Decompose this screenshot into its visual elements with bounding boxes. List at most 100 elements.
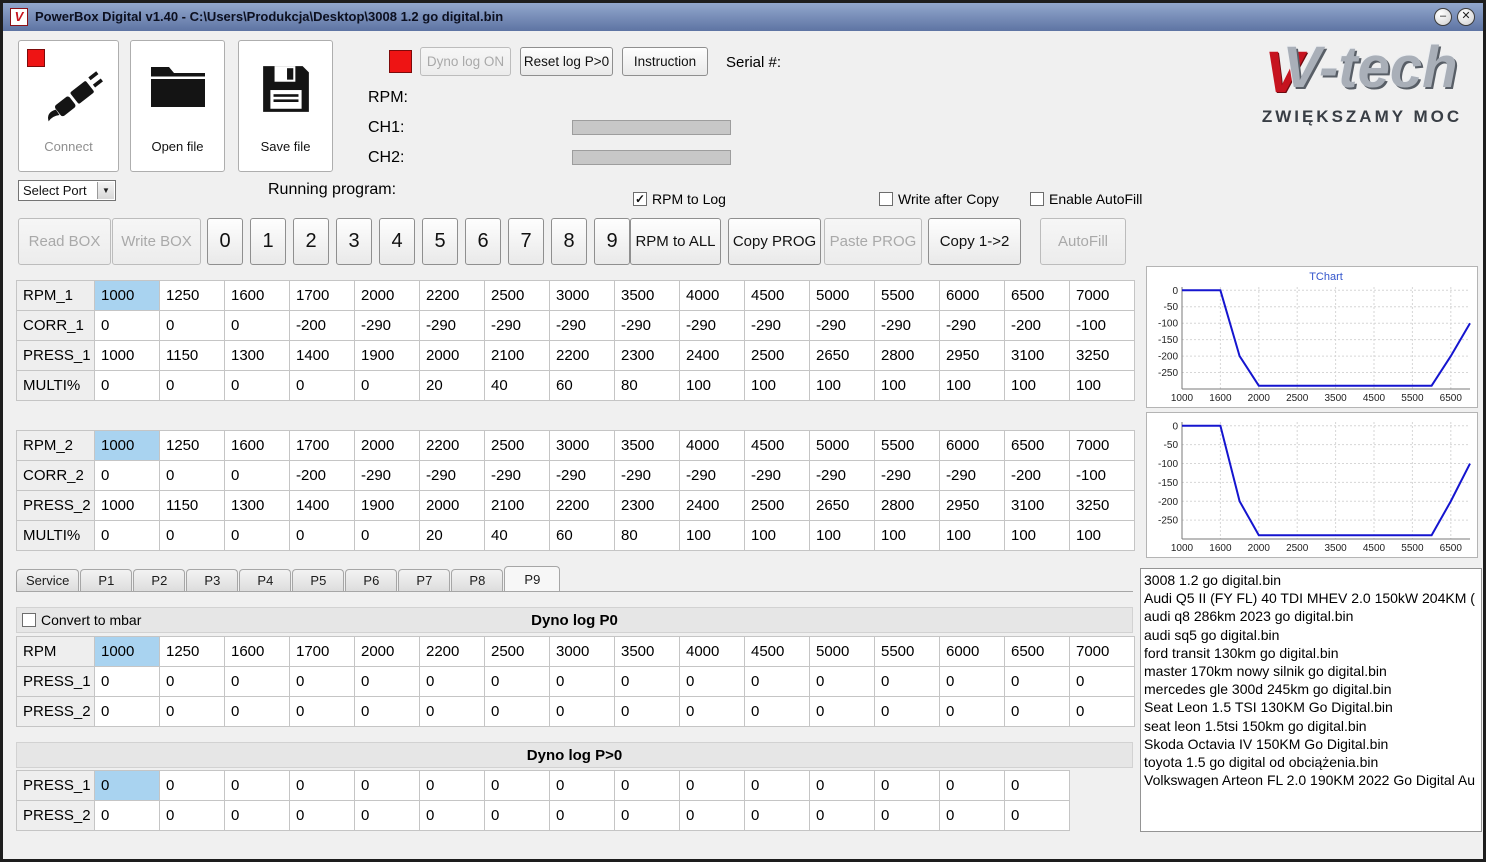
- table-cell[interactable]: 2950: [939, 490, 1005, 521]
- table-cell[interactable]: 2200: [419, 280, 485, 311]
- table-cell[interactable]: 0: [419, 770, 485, 801]
- table-cell[interactable]: 2000: [419, 490, 485, 521]
- table-cell[interactable]: 1000: [94, 636, 160, 667]
- read-box-button[interactable]: Read BOX: [18, 218, 111, 265]
- table-cell[interactable]: 2200: [549, 340, 615, 371]
- tab-p5[interactable]: P5: [292, 569, 345, 591]
- table-cell[interactable]: -200: [1004, 460, 1070, 491]
- chevron-down-icon[interactable]: ▼: [97, 182, 114, 199]
- table-cell[interactable]: 0: [1004, 800, 1070, 831]
- table-cell[interactable]: 3100: [1004, 340, 1070, 371]
- table-cell[interactable]: 0: [874, 666, 940, 697]
- file-list-item[interactable]: ford transit 130km go digital.bin: [1144, 644, 1481, 662]
- table-cell[interactable]: 3100: [1004, 490, 1070, 521]
- table-cell[interactable]: 100: [1069, 370, 1135, 401]
- digit-button-5[interactable]: 5: [422, 218, 458, 265]
- file-list-item[interactable]: master 170km nowy silnik go digital.bin: [1144, 662, 1481, 680]
- table-cell[interactable]: 3500: [614, 636, 680, 667]
- table-cell[interactable]: 0: [224, 666, 290, 697]
- table-cell[interactable]: 0: [159, 460, 225, 491]
- table-cell[interactable]: 1250: [159, 636, 225, 667]
- table-cell[interactable]: 100: [809, 520, 875, 551]
- table-cell[interactable]: 6000: [939, 280, 1005, 311]
- table-cell[interactable]: 3000: [549, 636, 615, 667]
- convert-to-mbar-checkbox[interactable]: Convert to mbar: [22, 612, 141, 628]
- table-cell[interactable]: -290: [809, 310, 875, 341]
- table-cell[interactable]: 0: [744, 696, 810, 727]
- table-cell[interactable]: -200: [1004, 310, 1070, 341]
- table-cell[interactable]: 2500: [484, 430, 550, 461]
- table-cell[interactable]: 0: [939, 770, 1005, 801]
- table-cell[interactable]: 0: [159, 770, 225, 801]
- table-cell[interactable]: 4000: [679, 636, 745, 667]
- tab-p7[interactable]: P7: [398, 569, 451, 591]
- table-cell[interactable]: 0: [809, 770, 875, 801]
- table-cell[interactable]: 2500: [744, 490, 810, 521]
- table-cell[interactable]: 1000: [94, 340, 160, 371]
- file-list-item[interactable]: 3008 1.2 go digital.bin: [1144, 571, 1481, 589]
- select-port-dropdown[interactable]: Select Port ▼: [18, 180, 116, 201]
- table-cell[interactable]: 0: [484, 800, 550, 831]
- table-cell[interactable]: 0: [939, 696, 1005, 727]
- digit-button-4[interactable]: 4: [379, 218, 415, 265]
- rpm-to-all-button[interactable]: RPM to ALL: [630, 218, 721, 265]
- table-cell[interactable]: 2000: [354, 430, 420, 461]
- table-cell[interactable]: 2000: [354, 636, 420, 667]
- save-file-button[interactable]: Save file: [238, 40, 333, 172]
- table-cell[interactable]: -290: [354, 460, 420, 491]
- file-list-item[interactable]: Seat Leon 1.5 TSI 130KM Go Digital.bin: [1144, 698, 1481, 716]
- table-cell[interactable]: 0: [874, 770, 940, 801]
- table-cell[interactable]: 0: [224, 460, 290, 491]
- digit-button-0[interactable]: 0: [207, 218, 243, 265]
- table-cell[interactable]: 4000: [679, 430, 745, 461]
- copy-1-to-2-button[interactable]: Copy 1->2: [928, 218, 1021, 265]
- paste-prog-button[interactable]: Paste PROG: [824, 218, 922, 265]
- table-cell[interactable]: 7000: [1069, 280, 1135, 311]
- table-cell[interactable]: 0: [289, 370, 355, 401]
- table-cell[interactable]: 2500: [484, 280, 550, 311]
- table-cell[interactable]: 3500: [614, 280, 680, 311]
- table-cell[interactable]: 0: [224, 520, 290, 551]
- table-cell[interactable]: 5000: [809, 280, 875, 311]
- table-cell[interactable]: 2950: [939, 340, 1005, 371]
- table-cell[interactable]: 3500: [614, 430, 680, 461]
- table-cell[interactable]: -290: [874, 460, 940, 491]
- tab-p4[interactable]: P4: [239, 569, 292, 591]
- table-cell[interactable]: 0: [354, 666, 420, 697]
- tab-p6[interactable]: P6: [345, 569, 398, 591]
- table-cell[interactable]: 2650: [809, 490, 875, 521]
- file-list-item[interactable]: Skoda Octavia IV 150KM Go Digital.bin: [1144, 735, 1481, 753]
- file-list-item[interactable]: mercedes gle 300d 245km go digital.bin: [1144, 680, 1481, 698]
- table-cell[interactable]: 40: [484, 370, 550, 401]
- write-after-copy-checkbox[interactable]: Write after Copy: [879, 191, 999, 207]
- table-cell[interactable]: 1700: [289, 636, 355, 667]
- table-cell[interactable]: 0: [159, 666, 225, 697]
- table-cell[interactable]: 5500: [874, 280, 940, 311]
- table-cell[interactable]: 5000: [809, 636, 875, 667]
- table-cell[interactable]: 7000: [1069, 636, 1135, 667]
- table-cell[interactable]: 0: [159, 520, 225, 551]
- table-cell[interactable]: 2000: [419, 340, 485, 371]
- table-cell[interactable]: 2200: [419, 430, 485, 461]
- table-cell[interactable]: 4500: [744, 636, 810, 667]
- table-cell[interactable]: 100: [939, 520, 1005, 551]
- table-cell[interactable]: -100: [1069, 460, 1135, 491]
- table-cell[interactable]: -290: [679, 310, 745, 341]
- table-cell[interactable]: 5500: [874, 636, 940, 667]
- copy-prog-button[interactable]: Copy PROG: [728, 218, 821, 265]
- table-cell[interactable]: 5500: [874, 430, 940, 461]
- table-cell[interactable]: 0: [614, 800, 680, 831]
- table-cell[interactable]: 1000: [94, 280, 160, 311]
- digit-button-6[interactable]: 6: [465, 218, 501, 265]
- table-cell[interactable]: 80: [614, 520, 680, 551]
- table-cell[interactable]: 60: [549, 370, 615, 401]
- instruction-button[interactable]: Instruction: [622, 47, 708, 76]
- table-cell[interactable]: 0: [224, 696, 290, 727]
- table-cell[interactable]: 1150: [159, 490, 225, 521]
- table-cell[interactable]: 7000: [1069, 430, 1135, 461]
- table-cell[interactable]: -290: [679, 460, 745, 491]
- table-cell[interactable]: 0: [744, 666, 810, 697]
- table-cell[interactable]: 1400: [289, 490, 355, 521]
- autofill-button[interactable]: AutoFill: [1040, 218, 1126, 265]
- tab-p3[interactable]: P3: [186, 569, 239, 591]
